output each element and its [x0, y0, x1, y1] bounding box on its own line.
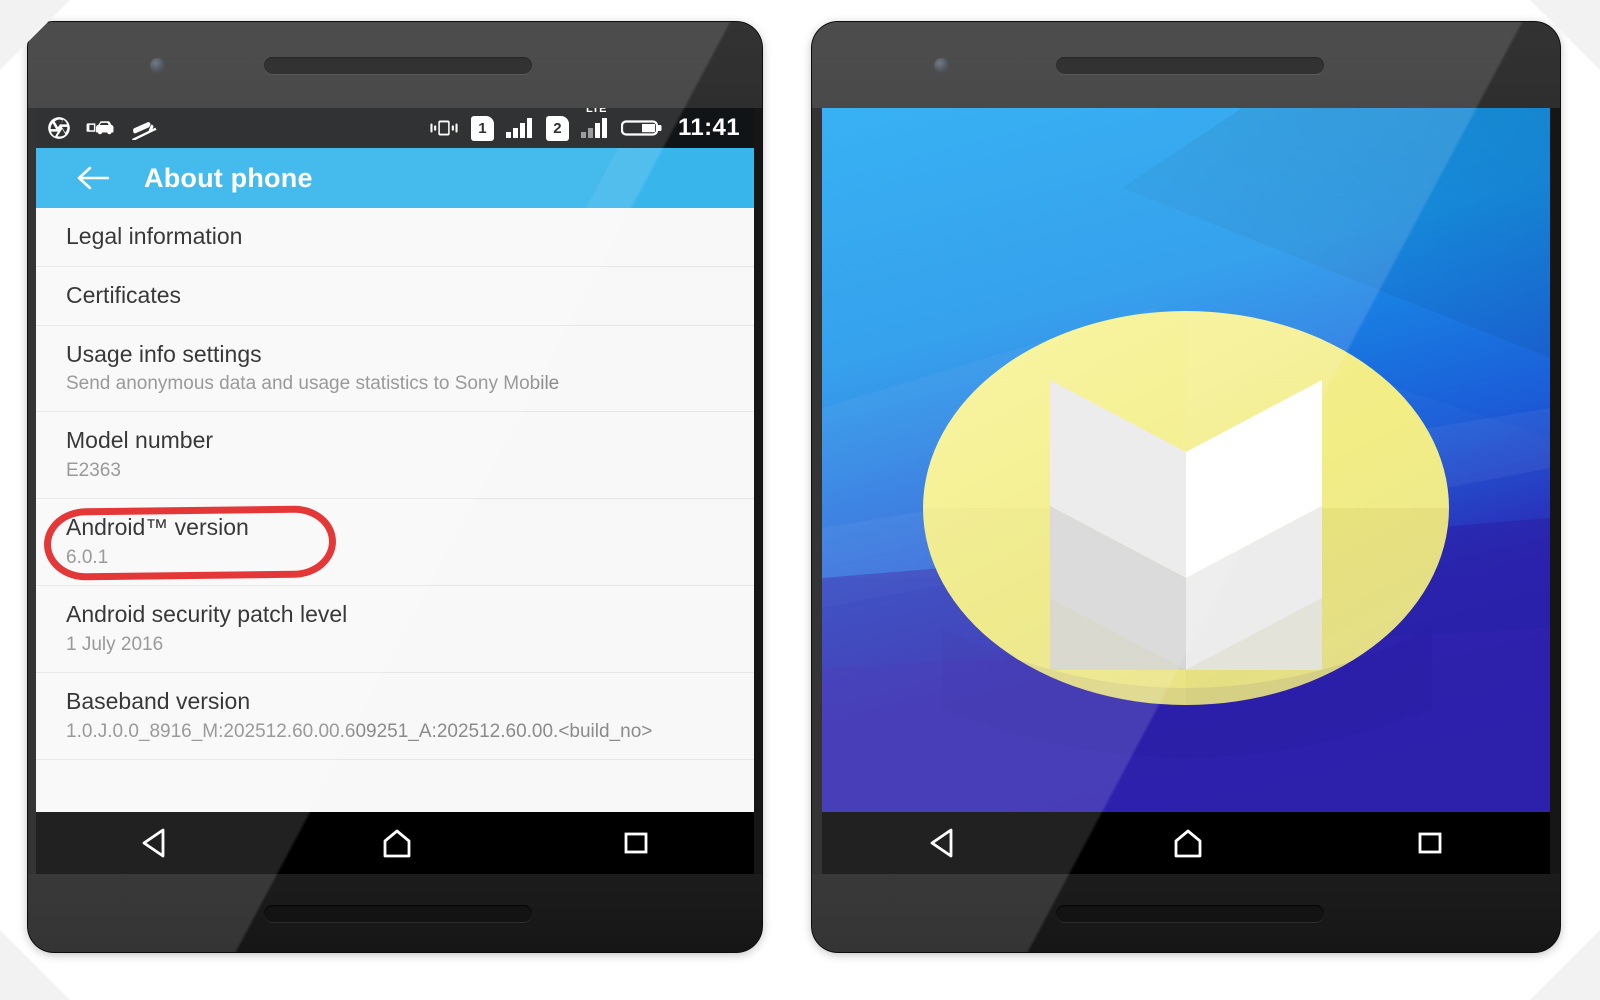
list-item-subtitle: Send anonymous data and usage statistics…: [66, 373, 560, 395]
phone-device-right: [812, 22, 1560, 952]
phone-screen-right: [822, 108, 1550, 874]
list-item-title: Usage info settings: [66, 340, 262, 367]
list-item-subtitle: 6.0.1: [66, 546, 109, 568]
nav-back-icon[interactable]: [137, 826, 175, 860]
list-item-model-number[interactable]: Model number E2363: [36, 412, 754, 500]
list-item-usage-info-settings[interactable]: Usage info settings Send anonymous data …: [36, 326, 754, 413]
front-camera-icon: [150, 58, 165, 73]
status-bar-clock: 11:41: [677, 114, 740, 141]
list-item-subtitle: 1 July 2016: [66, 633, 164, 655]
front-camera-icon: [934, 58, 949, 73]
signal-bars-sim2-icon: [580, 118, 607, 138]
sim1-badge: 1: [470, 115, 494, 141]
list-item-title: Certificates: [66, 281, 182, 308]
status-bar: 1 2 LTE 11:41: [36, 108, 754, 148]
list-item-title: Android security patch level: [66, 600, 348, 627]
status-bar-left-icons: [46, 115, 158, 141]
list-item-subtitle: E2363: [66, 460, 121, 482]
nav-back-icon[interactable]: [925, 826, 963, 860]
drive-mode-car-icon: [86, 121, 114, 135]
screenshot-stage: 1 2 LTE 11:41 About phone Legal informat…: [0, 0, 1600, 1000]
navigation-bar: [36, 812, 754, 874]
settings-list[interactable]: Legal information Certificates Usage inf…: [36, 208, 754, 874]
phone-device-left: 1 2 LTE 11:41 About phone Legal informat…: [28, 22, 762, 952]
list-item-clipped-next[interactable]: [36, 760, 754, 786]
app-bar: About phone: [36, 148, 754, 208]
list-item-title: Baseband version: [66, 687, 251, 714]
nav-home-icon[interactable]: [377, 826, 417, 860]
list-item-android-security-patch-level[interactable]: Android security patch level 1 July 2016: [36, 586, 754, 673]
list-item-title: Android™ version: [66, 514, 249, 541]
earpiece-speaker: [264, 57, 532, 74]
nav-recents-icon[interactable]: [619, 826, 653, 860]
bottom-speaker: [1056, 905, 1324, 922]
vibrate-icon: [430, 120, 458, 136]
lte-signal-group: LTE: [580, 108, 610, 140]
list-item-legal-information[interactable]: Legal information: [36, 208, 754, 267]
list-item-title: Legal information: [66, 223, 243, 249]
earpiece-speaker: [1056, 57, 1324, 74]
bottom-speaker: [264, 905, 532, 922]
page-title: About phone: [144, 162, 313, 193]
sim2-badge: 2: [545, 115, 569, 141]
status-bar-right-icons: 1 2 LTE 11:41: [428, 108, 740, 142]
nav-home-icon[interactable]: [1168, 826, 1208, 860]
phone-screen-left: 1 2 LTE 11:41 About phone Legal informat…: [36, 108, 754, 874]
sound-off-slash-icon: [132, 122, 157, 140]
list-item-subtitle: 1.0.J.0.0_8916_M:202512.60.00.609251_A:2…: [66, 720, 653, 742]
marshmallow-wallpaper: [822, 108, 1550, 874]
list-item-certificates[interactable]: Certificates: [36, 267, 754, 326]
battery-icon: [620, 120, 662, 136]
list-item-title: Model number: [66, 427, 214, 454]
lte-label: LTE: [585, 108, 607, 115]
navigation-bar: [822, 812, 1550, 874]
camera-shutter-icon: [48, 117, 70, 139]
list-item-baseband-version[interactable]: Baseband version 1.0.J.0.0_8916_M:202512…: [36, 673, 754, 760]
signal-bars-sim1-icon: [505, 118, 532, 138]
back-arrow-icon[interactable]: [76, 164, 110, 192]
nav-recents-icon[interactable]: [1413, 826, 1447, 860]
list-item-android-version[interactable]: Android™ version 6.0.1: [36, 499, 754, 586]
